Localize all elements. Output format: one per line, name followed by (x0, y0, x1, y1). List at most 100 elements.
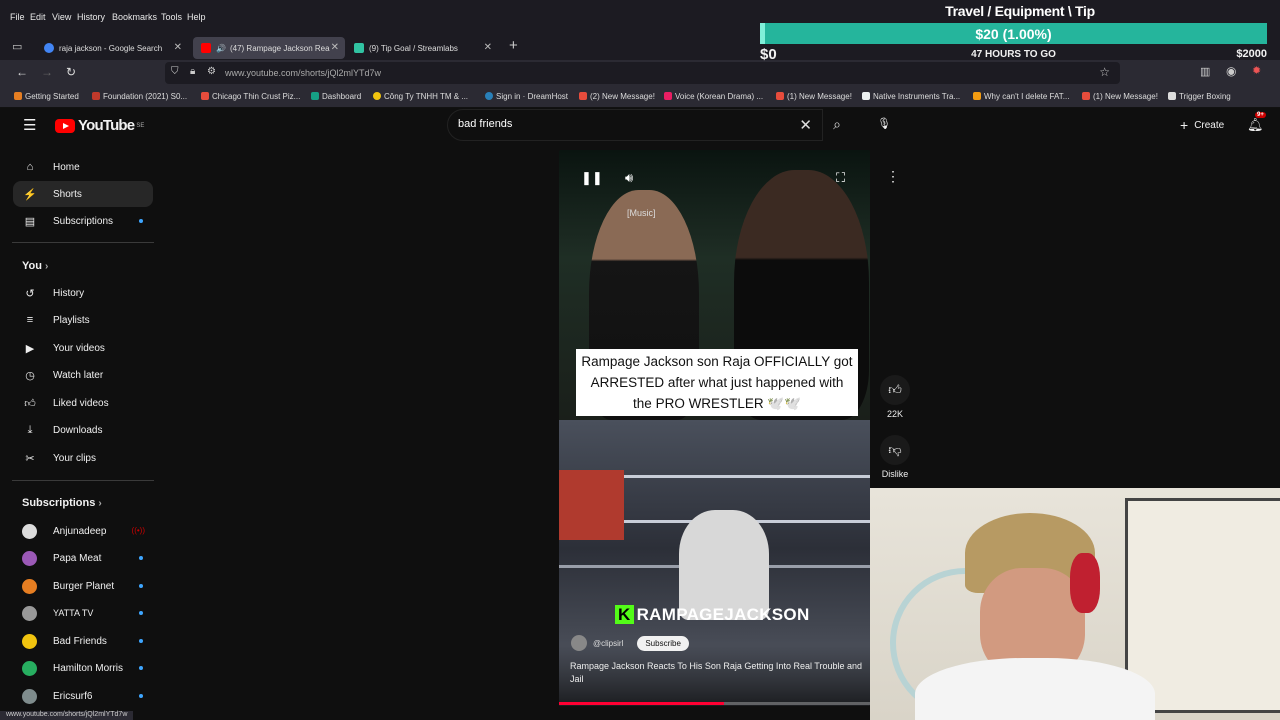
sidebar-item-your-clips[interactable]: ✂ Your clips (13, 445, 153, 471)
avatar (22, 550, 37, 566)
voice-search-button[interactable]: 🎙︎ (874, 114, 894, 134)
sidebar-item-subscriptions[interactable]: ▤ Subscriptions (13, 208, 153, 234)
bookmark-item[interactable]: Công Ty TNHH TM & ... (373, 92, 468, 101)
shield-icon[interactable]: ⛉ (171, 66, 179, 77)
bookmark-item[interactable]: Trigger Boxing (1168, 92, 1231, 101)
menu-view[interactable]: View (52, 12, 71, 22)
bookmark-item[interactable]: (1) New Message! (776, 92, 852, 101)
sidebar-sub-burger-planet[interactable]: Burger Planet (13, 573, 153, 599)
streamer-shirt-image (915, 658, 1155, 720)
shorts-player[interactable]: ❚❚ 🔊︎ ⛶ [Music] Rampage Jackson son Raja… (559, 150, 870, 706)
close-icon[interactable]: ✕ (331, 42, 339, 53)
tab-streamlabs[interactable]: (9) Tip Goal / Streamlabs ✕ (346, 37, 498, 59)
channel-avatar[interactable] (571, 635, 587, 651)
search-box[interactable]: ✕ (447, 109, 823, 141)
close-icon[interactable]: ✕ (484, 42, 492, 53)
video-title[interactable]: Rampage Jackson Reacts To His Son Raja G… (570, 660, 865, 686)
watermark: K RAMPAGEJACKSON (615, 605, 810, 625)
dislike-button[interactable]: 👎︎ Dislike (880, 435, 910, 479)
streamlabs-favicon-icon (354, 43, 364, 53)
sidebar-you-header[interactable]: You › (22, 260, 48, 272)
sidebar-divider (12, 242, 154, 243)
youtube-play-icon (55, 118, 75, 133)
tip-goal-amount: $20 (1.00%) (975, 26, 1052, 42)
bookmark-item[interactable]: Why can't I delete FAT... (973, 92, 1069, 101)
video-caption: Rampage Jackson son Raja OFFICIALLY got … (576, 349, 858, 416)
tab-google-search[interactable]: raja jackson - Google Search ✕ (36, 37, 188, 59)
sidebar-item-shorts[interactable]: ⚡ Shorts (13, 181, 153, 207)
forward-icon[interactable]: → (41, 65, 53, 79)
bookmark-item[interactable]: Chicago Thin Crust Piz... (201, 92, 300, 101)
clear-search-icon[interactable]: ✕ (799, 116, 812, 134)
fullscreen-icon[interactable]: ⛶ (836, 170, 845, 186)
bookmark-item[interactable]: Sign in · DreamHost (485, 92, 568, 101)
sidebar-sub-hamilton-morris[interactable]: Hamilton Morris (13, 655, 153, 681)
new-content-dot (139, 219, 143, 223)
sidebar-divider (12, 480, 154, 481)
bookmark-item[interactable]: Getting Started (14, 92, 79, 101)
back-icon[interactable]: ← (16, 65, 28, 79)
kick-logo-icon: K (615, 605, 634, 624)
avatar (22, 688, 37, 704)
permissions-icon[interactable]: ⚙ (207, 66, 216, 77)
youtube-logo[interactable]: YouTube SE (55, 117, 144, 134)
channel-handle[interactable]: @clipsirl (593, 639, 623, 648)
close-icon[interactable]: ✕ (174, 42, 182, 53)
sidebar-item-history[interactable]: ↺ History (13, 280, 153, 306)
create-label: Create (1194, 119, 1225, 131)
wrestler-image (679, 510, 769, 620)
sidebar-item-downloads[interactable]: ⤓ Downloads (13, 417, 153, 443)
playlists-icon: ≡ (26, 314, 34, 326)
notifications-button[interactable]: 🔔︎ 9+ (1247, 112, 1266, 133)
liked-videos-icon: 👍︎ (24, 397, 36, 410)
subscribe-button[interactable]: Subscribe (637, 635, 689, 651)
bookmark-favicon-icon (664, 92, 672, 100)
sidebar-sub-yatta-tv[interactable]: YATTA TV (13, 600, 153, 626)
menu-edit[interactable]: Edit (30, 12, 46, 22)
create-button[interactable]: + Create (1170, 112, 1234, 138)
tab-youtube[interactable]: 🔊 (47) Rampage Jackson Rea ✕ (193, 37, 345, 59)
menu-icon[interactable]: ☰ (23, 116, 36, 134)
sidebar-item-home[interactable]: ⌂ Home (13, 154, 153, 180)
more-options-icon[interactable]: ⋮ (886, 168, 900, 185)
logo-text: YouTube (78, 117, 135, 134)
menu-tools[interactable]: Tools (161, 12, 182, 22)
sidebar-item-watch-later[interactable]: ◷ Watch later (13, 362, 153, 388)
sidebar-sub-papa-meat[interactable]: Papa Meat (13, 545, 153, 571)
sidebar-item-your-videos[interactable]: ▶ Your videos (13, 335, 153, 361)
tab-title: (47) Rampage Jackson Rea (229, 43, 330, 53)
bookmark-item[interactable]: Native Instruments Tra... (862, 92, 960, 101)
lock-icon[interactable]: 🔒︎ (190, 66, 195, 77)
menu-history[interactable]: History (77, 12, 105, 22)
bookmark-item[interactable]: (2) New Message! (579, 92, 655, 101)
search-button[interactable]: ⌕ (823, 109, 851, 141)
sidebar-item-liked-videos[interactable]: 👍︎ Liked videos (13, 390, 153, 416)
bookmark-item[interactable]: (1) New Message! (1082, 92, 1158, 101)
bell-icon: 🔔︎ (1247, 117, 1264, 132)
new-content-dot (139, 666, 143, 670)
bookmark-favicon-icon (579, 92, 587, 100)
tab-overview-icon[interactable]: ▭ (12, 40, 22, 53)
menu-bookmarks[interactable]: Bookmarks (112, 12, 157, 22)
sidebar-sub-bad-friends[interactable]: Bad Friends (13, 628, 153, 654)
reload-icon[interactable]: ↻ (66, 65, 76, 79)
sidebar-sub-ericsurf6[interactable]: Ericsurf6 (13, 683, 153, 709)
sidebar-sub-anjunadeep[interactable]: Anjunadeep ((•)) (13, 518, 153, 544)
bookmark-item[interactable]: Dashboard (311, 92, 361, 101)
sidebar-subscriptions-header[interactable]: Subscriptions › (22, 497, 102, 509)
search-input[interactable] (458, 118, 788, 130)
bookmark-item[interactable]: Foundation (2021) S0... (92, 92, 187, 101)
menu-file[interactable]: File (10, 12, 25, 22)
like-button[interactable]: 👍︎ 22K (880, 375, 910, 419)
avatar (22, 633, 37, 649)
music-subtitle: [Music] (627, 208, 656, 218)
browser-status-url: www.youtube.com/shorts/jQl2mlYTd7w (0, 711, 134, 720)
pause-icon[interactable]: ❚❚ (581, 170, 603, 186)
menu-help[interactable]: Help (187, 12, 206, 22)
speaker-icon[interactable]: 🔊 (216, 44, 226, 53)
video-progress[interactable] (559, 702, 870, 705)
volume-icon[interactable]: 🔊︎ (625, 170, 633, 186)
bookmark-item[interactable]: Voice (Korean Drama) ... (664, 92, 763, 101)
new-tab-icon[interactable]: + (509, 37, 518, 54)
sidebar-item-playlists[interactable]: ≡ Playlists (13, 307, 153, 333)
